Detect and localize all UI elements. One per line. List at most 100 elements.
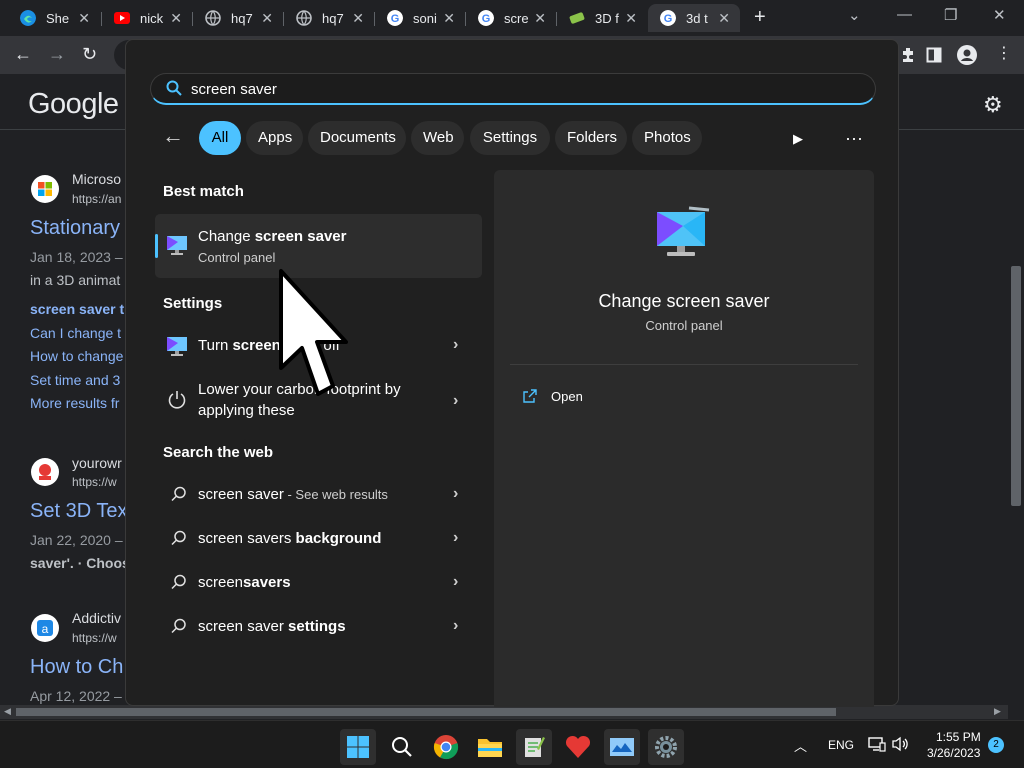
- result-sublink[interactable]: How to change: [30, 348, 125, 364]
- result-site-name: Addictiv: [72, 610, 122, 626]
- tab-title: hq7: [322, 10, 344, 26]
- power-icon: [168, 391, 186, 409]
- filter-photos[interactable]: Photos: [632, 121, 702, 155]
- notepad-icon[interactable]: [516, 729, 552, 765]
- browser-tab-3[interactable]: hq7 ✕: [193, 4, 283, 32]
- tab-title: hq7: [231, 10, 253, 26]
- filter-all[interactable]: All: [199, 121, 241, 155]
- file-explorer-icon[interactable]: [472, 729, 508, 765]
- clock-date[interactable]: 3/26/2023: [927, 746, 980, 760]
- horizontal-scrollbar[interactable]: ◀ ▶: [0, 705, 1008, 719]
- filter-web[interactable]: Web: [411, 121, 464, 155]
- svg-text:G: G: [664, 13, 673, 25]
- chevron-right-icon: ›: [453, 485, 459, 502]
- close-icon[interactable]: ✕: [261, 10, 273, 26]
- result-sublink[interactable]: Set time and 3: [30, 372, 125, 388]
- result-sublink[interactable]: screen saver t: [30, 301, 125, 317]
- microsoft-logo-icon: [31, 175, 59, 203]
- network-icon[interactable]: [868, 736, 886, 752]
- title-plain: Turn: [198, 337, 233, 354]
- result-site-name: yourowr: [72, 455, 122, 471]
- filter-settings[interactable]: Settings: [470, 121, 550, 155]
- gear-icon[interactable]: ⚙: [983, 92, 1003, 118]
- clock-time[interactable]: 1:55 PM: [936, 730, 981, 744]
- search-icon: [171, 530, 186, 546]
- browser-tab-7[interactable]: 3D f ✕: [557, 4, 647, 32]
- filter-documents[interactable]: Documents: [308, 121, 406, 155]
- close-icon[interactable]: ✕: [78, 10, 90, 26]
- web-result-item[interactable]: screen savers background ›: [155, 519, 482, 559]
- close-icon[interactable]: ✕: [534, 10, 546, 26]
- search-icon: [171, 486, 186, 502]
- back-button[interactable]: ←: [14, 44, 32, 64]
- close-icon[interactable]: ✕: [443, 10, 455, 26]
- web-result-text: screen saver settings: [198, 618, 346, 635]
- result-title-link[interactable]: Stationary: [30, 217, 125, 240]
- google-logo[interactable]: Google: [28, 88, 119, 121]
- taskbar-search-icon[interactable]: [384, 729, 420, 765]
- browser-tab-4[interactable]: hq7 ✕: [284, 4, 374, 32]
- scroll-right-icon[interactable]: ▶: [994, 706, 1001, 717]
- filter-folders[interactable]: Folders: [555, 121, 627, 155]
- scrollbar-thumb[interactable]: [16, 708, 836, 716]
- result-title-link[interactable]: How to Ch: [30, 656, 125, 679]
- tab-search-button[interactable]: ⌄: [848, 6, 861, 24]
- web-result-text: screen saver - See web results: [198, 486, 388, 503]
- heart-app-icon[interactable]: [560, 729, 596, 765]
- volume-icon[interactable]: [892, 736, 910, 752]
- search-input[interactable]: [191, 79, 831, 99]
- browser-tab-5[interactable]: G soni ✕: [375, 4, 465, 32]
- tray-overflow-icon[interactable]: ︿: [794, 736, 807, 755]
- browser-tab-active[interactable]: G 3d t ✕: [648, 4, 740, 32]
- play-icon[interactable]: ▶: [793, 131, 803, 147]
- result-sublink[interactable]: Can I change t: [30, 325, 125, 341]
- back-arrow-icon[interactable]: ←: [162, 124, 184, 148]
- minimize-button[interactable]: —: [897, 6, 912, 23]
- search-web-heading: Search the web: [163, 444, 274, 461]
- preview-pane: Change screen saver Control panel Open: [494, 170, 874, 707]
- filter-apps[interactable]: Apps: [246, 121, 303, 155]
- result-title-link[interactable]: Set 3D Tex: [30, 500, 125, 523]
- web-result-item[interactable]: screen saver - See web results ›: [155, 475, 482, 515]
- close-icon[interactable]: ✕: [718, 10, 730, 26]
- edge-logo-icon: [20, 10, 36, 26]
- more-options-icon[interactable]: ···: [845, 128, 863, 149]
- svg-text:a: a: [42, 622, 49, 636]
- browser-tab-1[interactable]: Shel ✕: [8, 4, 100, 32]
- browser-menu-icon[interactable]: ⋮: [996, 44, 1012, 64]
- vertical-scrollbar[interactable]: [1008, 130, 1024, 705]
- forward-button[interactable]: →: [48, 44, 66, 64]
- windows-start-icon[interactable]: [340, 729, 376, 765]
- language-indicator[interactable]: ENG: [828, 738, 854, 752]
- settings-icon[interactable]: [648, 729, 684, 765]
- web-result-item[interactable]: screen saver settings ›: [155, 607, 482, 647]
- scrollbar-thumb[interactable]: [1011, 266, 1021, 506]
- screen-saver-icon: [167, 236, 187, 255]
- profile-avatar-icon[interactable]: [957, 45, 977, 65]
- more-results-link[interactable]: More results fr: [30, 395, 125, 411]
- result-snippet: saver'. · Choos: [30, 555, 125, 571]
- restore-button[interactable]: ❐: [944, 6, 957, 24]
- close-window-button[interactable]: ✕: [993, 6, 1006, 24]
- side-panel-icon[interactable]: [926, 47, 942, 63]
- close-icon[interactable]: ✕: [625, 10, 637, 26]
- divider: [510, 364, 858, 365]
- new-tab-button[interactable]: +: [754, 6, 766, 29]
- photos-icon[interactable]: [604, 729, 640, 765]
- web-result-item[interactable]: screensavers ›: [155, 563, 482, 603]
- reload-button[interactable]: ↻: [82, 44, 97, 64]
- chrome-icon[interactable]: [428, 729, 464, 765]
- browser-tab-6[interactable]: G scre ✕: [466, 4, 556, 32]
- browser-tab-2[interactable]: nick ✕: [102, 4, 192, 32]
- taskbar: ︿ ENG 1:55 PM 3/26/2023 2: [0, 720, 1024, 768]
- chevron-right-icon: ›: [453, 617, 459, 634]
- addictive-tips-logo-icon: a: [31, 614, 59, 642]
- close-icon[interactable]: ✕: [170, 10, 182, 26]
- close-icon[interactable]: ✕: [352, 10, 364, 26]
- notification-badge[interactable]: 2: [988, 737, 1004, 753]
- result-url: https://an: [72, 192, 122, 206]
- search-box[interactable]: [150, 73, 876, 105]
- extensions-icon[interactable]: [900, 47, 916, 63]
- open-action[interactable]: Open: [522, 386, 682, 410]
- scroll-left-icon[interactable]: ◀: [4, 706, 11, 717]
